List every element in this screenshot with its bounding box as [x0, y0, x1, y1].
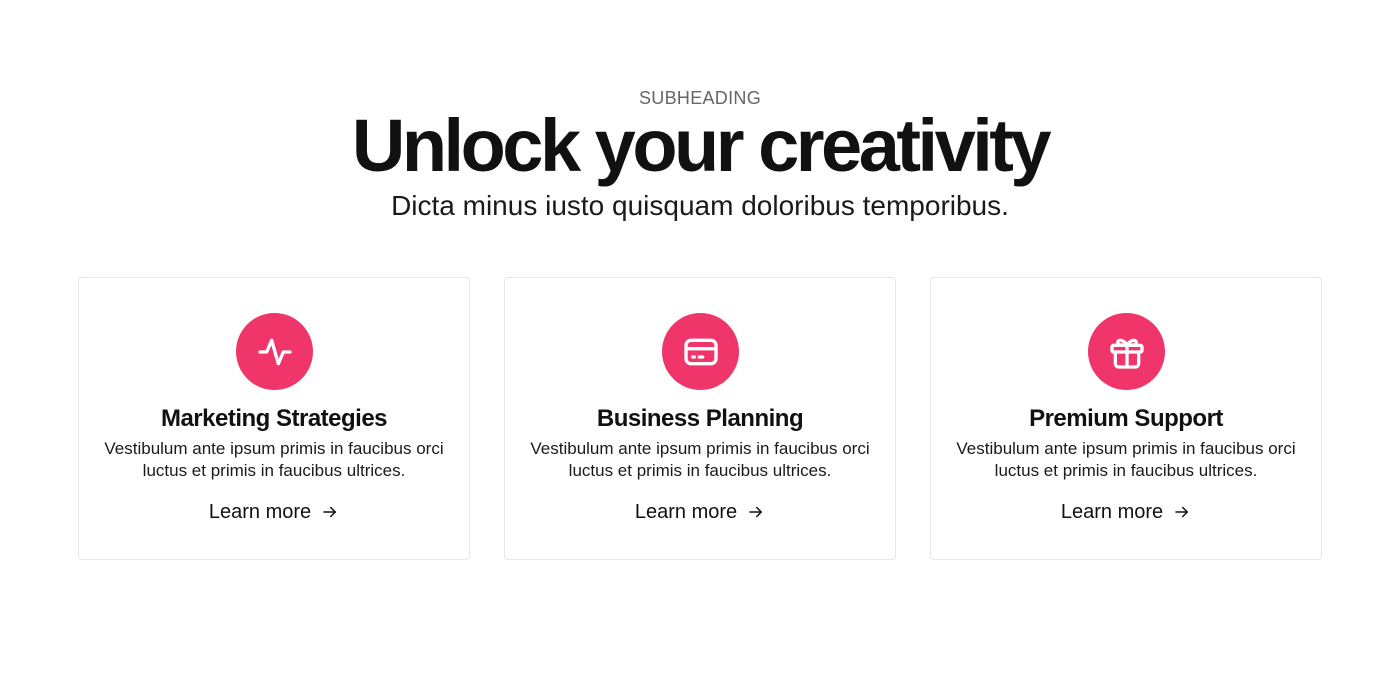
arrow-right-icon — [749, 506, 763, 518]
arrow-right-icon — [323, 506, 337, 518]
card-title: Marketing Strategies — [160, 405, 388, 432]
feature-card-marketing: Marketing Strategies Vestibulum ante ips… — [78, 277, 470, 560]
learn-more-label: Learn more — [634, 501, 738, 523]
card-description: Vestibulum ante ipsum primis in faucibus… — [956, 439, 1296, 480]
credit-card-icon — [662, 313, 739, 390]
learn-more-label: Learn more — [208, 501, 312, 523]
card-title: Business Planning — [596, 405, 804, 432]
learn-more-link[interactable]: Learn more — [931, 500, 1321, 524]
feature-card-business: Business Planning Vestibulum ante ipsum … — [504, 277, 896, 560]
feature-cards: Marketing Strategies Vestibulum ante ips… — [78, 277, 1322, 560]
gift-icon — [1088, 313, 1165, 390]
learn-more-link[interactable]: Learn more — [79, 500, 469, 524]
learn-more-label: Learn more — [1060, 501, 1164, 523]
page-title: Unlock your creativity — [351, 104, 1052, 187]
arrow-right-icon — [1175, 506, 1189, 518]
feature-card-support: Premium Support Vestibulum ante ipsum pr… — [930, 277, 1322, 560]
card-description: Vestibulum ante ipsum primis in faucibus… — [530, 439, 870, 480]
card-description: Vestibulum ante ipsum primis in faucibus… — [104, 439, 444, 480]
card-title: Premium Support — [1029, 405, 1223, 432]
learn-more-link[interactable]: Learn more — [505, 500, 895, 524]
activity-icon — [236, 313, 313, 390]
tagline: Dicta minus iusto quisquam doloribus tem… — [391, 190, 1009, 221]
